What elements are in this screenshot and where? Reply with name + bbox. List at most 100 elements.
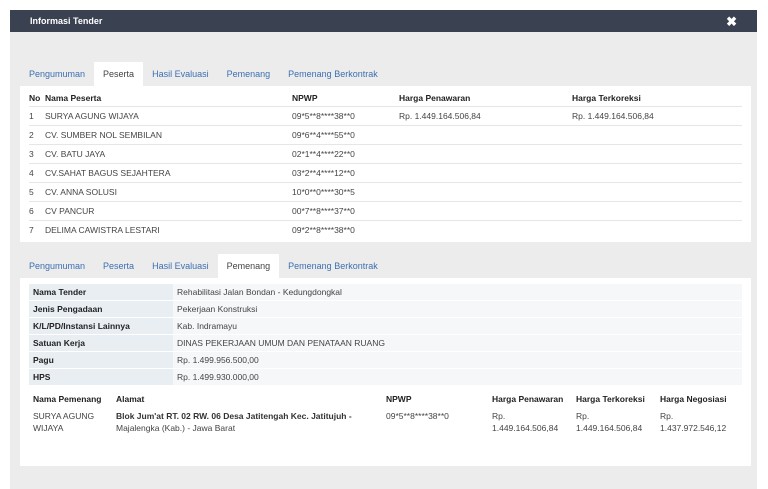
- modal-title: Informasi Tender: [30, 16, 103, 26]
- table-row: 6 CV PANCUR 00*7**8****37**0: [29, 201, 742, 221]
- winner-npwp: 09*5**8****38**0: [386, 411, 449, 421]
- winner-negosiasi-value: 1.437.972.546,12: [660, 423, 727, 433]
- row-penawaran: [399, 125, 572, 145]
- table-row: 2 CV. SUMBER NOL SEMBILAN 09*6**4****55*…: [29, 125, 742, 145]
- row-terkoreksi: [572, 125, 742, 145]
- info-label: K/L/PD/Instansi Lainnya: [29, 317, 173, 335]
- winner-penawaran: Rp. 1.449.164.506,84: [488, 407, 572, 437]
- row-nama: CV. ANNA SOLUSI: [45, 182, 292, 202]
- peserta-panel: Pengumuman Peserta Hasil Evaluasi Pemena…: [20, 62, 751, 242]
- row-terkoreksi: [572, 163, 742, 183]
- info-value: Rehabilitasi Jalan Bondan - Kedungdongka…: [173, 284, 742, 301]
- winner-terkoreksi-value: 1.449.164.506,84: [576, 423, 643, 433]
- tab-hasil-evaluasi[interactable]: Hasil Evaluasi: [143, 254, 218, 278]
- col-nama-peserta: Nama Peserta: [45, 93, 102, 103]
- row-nama: DELIMA CAWISTRA LESTARI: [45, 220, 292, 239]
- row-no: 5: [29, 182, 45, 202]
- info-row: Satuan Kerja DINAS PEKERJAAN UMUM DAN PE…: [29, 334, 742, 352]
- winner-negosiasi-prefix: Rp.: [660, 411, 674, 421]
- row-penawaran: Rp. 1.449.164.506,84: [399, 106, 572, 126]
- info-value: Pekerjaan Konstruksi: [173, 300, 742, 318]
- row-npwp: 03*2**4****12**0: [292, 163, 399, 183]
- row-nama: CV PANCUR: [45, 201, 292, 221]
- table-row: 1 SURYA AGUNG WIJAYA 09*5**8****38**0 Rp…: [29, 106, 742, 126]
- info-value: Kab. Indramayu: [173, 317, 742, 335]
- info-label: Jenis Pengadaan: [29, 300, 173, 318]
- peserta-content: No Nama Peserta NPWP Harga Penawaran Har…: [20, 86, 751, 242]
- winner-address-line2: Majalengka (Kab.) - Jawa Barat: [116, 423, 236, 433]
- info-label: Pagu: [29, 351, 173, 369]
- row-nama: CV.SAHAT BAGUS SEJAHTERA: [45, 163, 292, 183]
- row-terkoreksi: [572, 220, 742, 239]
- row-no: 2: [29, 125, 45, 145]
- col-harga-penawaran: Harga Penawaran: [492, 394, 564, 404]
- tab-pemenang[interactable]: Pemenang: [217, 254, 280, 278]
- col-harga-penawaran: Harga Penawaran: [399, 93, 471, 103]
- row-nama: CV. BATU JAYA: [45, 144, 292, 164]
- info-label: Nama Tender: [29, 284, 173, 301]
- pemenang-content: Nama Tender Rehabilitasi Jalan Bondan - …: [20, 278, 751, 466]
- row-no: 4: [29, 163, 45, 183]
- winner-row: SURYA AGUNG WIJAYA Blok Jum'at RT. 02 RW…: [29, 407, 742, 437]
- table-row: 5 CV. ANNA SOLUSI 10*0**0****30**5: [29, 182, 742, 202]
- tab-pengumuman[interactable]: Pengumuman: [20, 254, 94, 278]
- info-row: HPS Rp. 1.499.930.000,00: [29, 368, 742, 386]
- tab-pengumuman[interactable]: Pengumuman: [20, 62, 94, 86]
- col-no: No: [29, 93, 41, 103]
- tab-pemenang-berkontrak[interactable]: Pemenang Berkontrak: [279, 62, 387, 86]
- tab-peserta[interactable]: Peserta: [94, 62, 144, 86]
- tender-info-modal: Informasi Tender ✖ Pengumuman Peserta Ha…: [10, 10, 757, 489]
- row-nama: CV. SUMBER NOL SEMBILAN: [45, 125, 292, 145]
- tab-hasil-evaluasi[interactable]: Hasil Evaluasi: [143, 62, 218, 86]
- col-harga-negosiasi: Harga Negosiasi: [660, 394, 727, 404]
- row-penawaran: [399, 182, 572, 202]
- row-npwp: 09*5**8****38**0: [292, 106, 399, 126]
- winner-terkoreksi-prefix: Rp.: [576, 411, 590, 421]
- row-no: 7: [29, 220, 45, 239]
- info-row: Pagu Rp. 1.499.956.500,00: [29, 351, 742, 369]
- row-no: 1: [29, 106, 45, 126]
- row-npwp: 10*0**0****30**5: [292, 182, 399, 202]
- col-harga-terkoreksi: Harga Terkoreksi: [572, 93, 641, 103]
- row-penawaran: [399, 201, 572, 221]
- winner-address-line1: Blok Jum'at RT. 02 RW. 06 Desa Jatitenga…: [116, 411, 352, 421]
- info-value: DINAS PEKERJAAN UMUM DAN PENATAAN RUANG: [173, 334, 742, 352]
- info-label: Satuan Kerja: [29, 334, 173, 352]
- row-terkoreksi: Rp. 1.449.164.506,84: [572, 106, 742, 126]
- info-row: Jenis Pengadaan Pekerjaan Konstruksi: [29, 300, 742, 318]
- row-npwp: 02*1**4****22**0: [292, 144, 399, 164]
- row-terkoreksi: [572, 144, 742, 164]
- peserta-table: No Nama Peserta NPWP Harga Penawaran Har…: [29, 90, 742, 239]
- table-row: 7 DELIMA CAWISTRA LESTARI 09*2**8****38*…: [29, 220, 742, 239]
- col-alamat: Alamat: [116, 394, 145, 404]
- row-penawaran: [399, 144, 572, 164]
- tab-pemenang-berkontrak[interactable]: Pemenang Berkontrak: [279, 254, 387, 278]
- col-npwp: NPWP: [386, 394, 412, 404]
- row-no: 6: [29, 201, 45, 221]
- tender-info-table: Nama Tender Rehabilitasi Jalan Bondan - …: [29, 284, 742, 386]
- winner-table: Nama Pemenang Alamat NPWP Harga Penawara…: [29, 390, 742, 437]
- info-label: HPS: [29, 368, 173, 386]
- info-row: K/L/PD/Instansi Lainnya Kab. Indramayu: [29, 317, 742, 335]
- info-row: Nama Tender Rehabilitasi Jalan Bondan - …: [29, 284, 742, 301]
- winner-penawaran-value: 1.449.164.506,84: [492, 423, 559, 433]
- row-terkoreksi: [572, 182, 742, 202]
- tab-pemenang[interactable]: Pemenang: [218, 62, 280, 86]
- col-nama-pemenang: Nama Pemenang: [33, 394, 102, 404]
- row-penawaran: [399, 163, 572, 183]
- row-npwp: 09*2**8****38**0: [292, 220, 399, 239]
- col-npwp: NPWP: [292, 93, 318, 103]
- info-value: Rp. 1.499.930.000,00: [173, 368, 742, 386]
- row-npwp: 00*7**8****37**0: [292, 201, 399, 221]
- close-icon[interactable]: ✖: [726, 15, 737, 28]
- winner-penawaran-prefix: Rp.: [492, 411, 506, 421]
- table-row: 3 CV. BATU JAYA 02*1**4****22**0: [29, 144, 742, 164]
- row-no: 3: [29, 144, 45, 164]
- table-row: 4 CV.SAHAT BAGUS SEJAHTERA 03*2**4****12…: [29, 163, 742, 183]
- row-nama: SURYA AGUNG WIJAYA: [45, 106, 292, 126]
- tab-bar-1: Pengumuman Peserta Hasil Evaluasi Pemena…: [20, 62, 751, 86]
- modal-header: Informasi Tender ✖: [10, 10, 757, 32]
- winner-terkoreksi: Rp. 1.449.164.506,84: [572, 407, 656, 437]
- row-terkoreksi: [572, 201, 742, 221]
- tab-peserta[interactable]: Peserta: [94, 254, 143, 278]
